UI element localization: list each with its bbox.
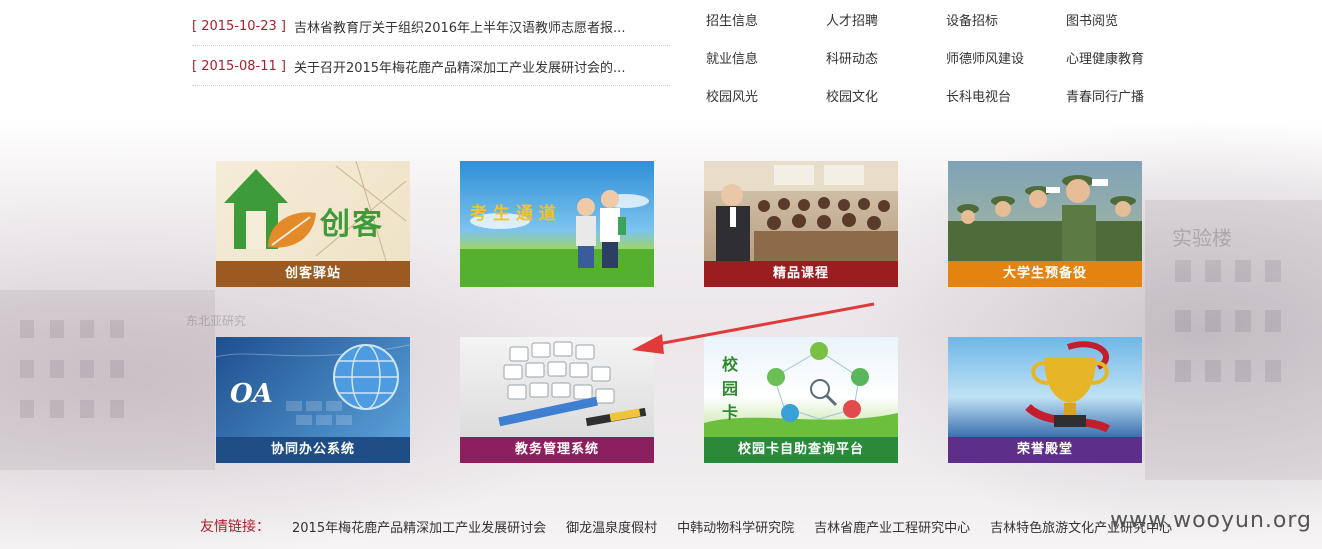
saluting-soldiers-illustration [948,175,1142,261]
news-date: [ 2015-10-23 ] [192,19,286,34]
quick-link-campus-culture[interactable]: 校园文化 [826,84,946,122]
tile-maker-station[interactable]: 创客 创客驿站 [216,161,410,287]
oa-art-text: OA [230,379,273,409]
news-title-link[interactable]: 吉林省教育厅关于组织2016年上半年汉语教师志愿者报... [294,17,625,36]
tile-label: 协同办公系统 [216,437,410,463]
background-building-sign: 实验楼 [1172,226,1232,250]
news-date: [ 2015-08-11 ] [192,59,286,74]
friend-link[interactable]: 2015年梅花鹿产品精深加工产业发展研讨会 [292,517,546,536]
maker-station-art-text: 创客 [320,207,384,242]
soldiers-image [948,161,1142,261]
quick-link-mental-health[interactable]: 心理健康教育 [1066,46,1186,84]
classroom-illustration [704,161,898,261]
quick-links: 招生信息 人才招聘 设备招标 图书阅览 就业信息 科研动态 师德师风建设 心理健… [706,8,1166,122]
oa-system-image: OA [216,337,410,437]
news-title-link[interactable]: 关于召开2015年梅花鹿产品精深加工产业发展研讨会的... [294,57,625,76]
tile-hall-of-honor[interactable]: 荣誉殿堂 [948,337,1142,463]
quick-link-teacher-ethics[interactable]: 师德师风建设 [946,46,1066,84]
news-list: [ 2015-10-23 ] 吉林省教育厅关于组织2016年上半年汉语教师志愿者… [192,8,670,88]
tile-label: 教务管理系统 [460,437,654,463]
quick-link-radio[interactable]: 青春同行广播 [1066,84,1186,122]
academic-system-image [460,337,654,437]
friend-links-label: 友情链接： [200,519,270,535]
tile-label: 校园卡自助查询平台 [704,437,898,463]
quick-link-admissions[interactable]: 招生信息 [706,8,826,46]
friend-link[interactable]: 吉林省鹿产业工程研究中心 [814,517,970,536]
background-building-left [0,290,215,470]
friend-link[interactable]: 中韩动物科学研究院 [677,517,794,536]
friend-link[interactable]: 御龙温泉度假村 [566,517,657,536]
quick-link-research[interactable]: 科研动态 [826,46,946,84]
tile-academic-system[interactable]: 教务管理系统 [460,337,654,463]
tile-label: 大学生预备役 [948,261,1142,287]
tile-quality-courses[interactable]: 精品课程 [704,161,898,287]
quick-link-library[interactable]: 图书阅览 [1066,8,1186,46]
tile-label: 精品课程 [704,261,898,287]
campus-card-art-text: 校园卡 [722,355,739,422]
examinee-channel-art-text: 考 生 通 道 [470,204,556,224]
background-building-left-sign: 东北亚研究 [186,314,247,328]
tile-student-reserve[interactable]: 大学生预备役 [948,161,1142,287]
key-sphere-icon [498,341,647,427]
friend-links-bar: 友情链接： 2015年梅花鹿产品精深加工产业发展研讨会 御龙温泉度假村 中韩动物… [200,516,1192,536]
quick-link-tv-station[interactable]: 长科电视台 [946,84,1066,122]
classroom-image [704,161,898,261]
tile-label: 荣誉殿堂 [948,437,1142,463]
students-illustration [460,190,654,287]
quick-link-equipment-bidding[interactable]: 设备招标 [946,8,1066,46]
quick-link-campus-scenery[interactable]: 校园风光 [706,84,826,122]
quick-link-recruitment[interactable]: 人才招聘 [826,8,946,46]
trophy-icon [1025,341,1111,433]
quick-link-employment[interactable]: 就业信息 [706,46,826,84]
news-item[interactable]: [ 2015-08-11 ] 关于召开2015年梅花鹿产品精深加工产业发展研讨会… [192,48,670,86]
tile-examinee-channel[interactable]: 考 生 通 道 [460,161,654,287]
trophy-image [948,337,1142,437]
tile-label: 创客驿站 [216,261,410,287]
watermark: www.wooyun.org [1110,508,1312,533]
annotation-arrow-icon [632,302,875,354]
news-item[interactable]: [ 2015-10-23 ] 吉林省教育厅关于组织2016年上半年汉语教师志愿者… [192,8,670,46]
tile-oa-system[interactable]: OA 协同办公系统 [216,337,410,463]
maker-station-image: 创客 [216,161,410,261]
examinee-channel-image: 考 生 通 道 [460,161,654,287]
